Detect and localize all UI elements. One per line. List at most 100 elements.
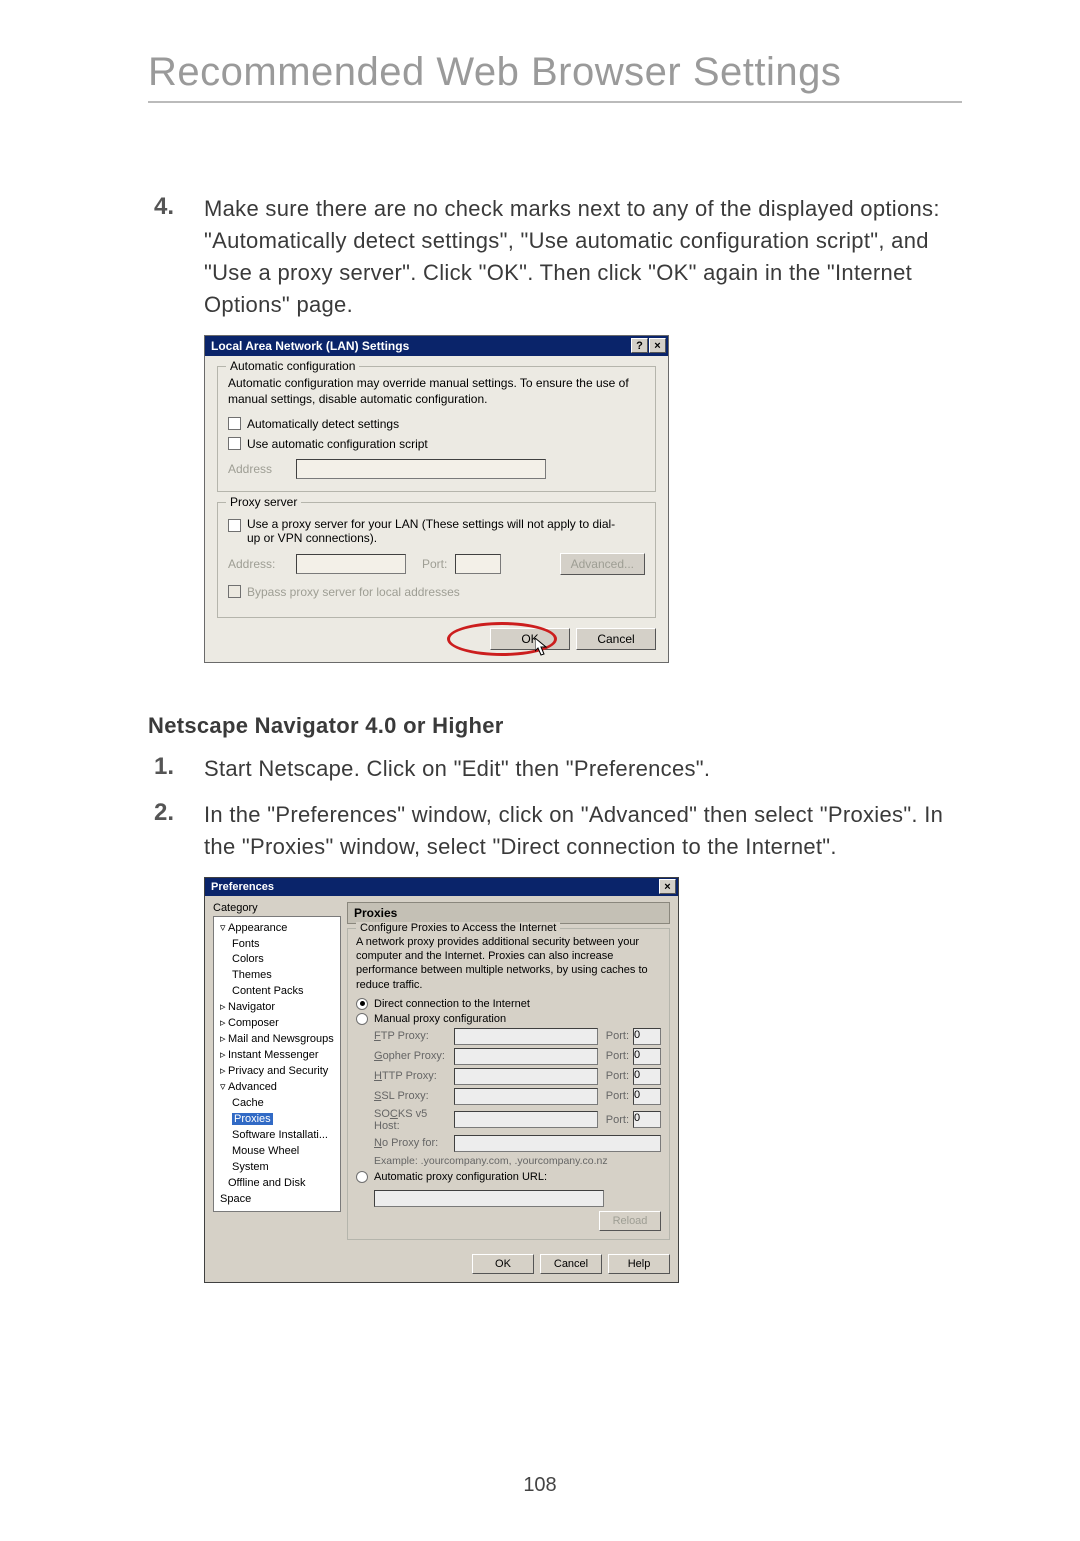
tree-software[interactable]: Software Installati... bbox=[216, 1128, 338, 1144]
advanced-button[interactable]: Advanced... bbox=[560, 553, 645, 575]
step-text: In the "Preferences" window, click on "A… bbox=[204, 799, 962, 863]
bypass-label: Bypass proxy server for local addresses bbox=[247, 585, 460, 599]
ftp-port-input[interactable]: 0 bbox=[633, 1028, 661, 1045]
step-number: 1. bbox=[148, 753, 174, 785]
proxies-fieldset: Configure Proxies to Access the Internet… bbox=[347, 928, 670, 1240]
proxies-legend: Configure Proxies to Access the Internet bbox=[356, 922, 560, 934]
socks-input[interactable] bbox=[454, 1111, 598, 1128]
useproxy-label: Use a proxy server for your LAN (These s… bbox=[247, 517, 627, 545]
proxy-legend: Proxy server bbox=[226, 495, 301, 509]
auto-url-input[interactable] bbox=[374, 1190, 604, 1207]
proxy-port-input[interactable] bbox=[455, 554, 501, 574]
step-4: 4. Make sure there are no check marks ne… bbox=[148, 193, 962, 321]
category-tree[interactable]: ▿Appearance Fonts Colors Themes Content … bbox=[213, 916, 341, 1212]
proxy-address-label: Address: bbox=[228, 557, 288, 571]
title-rule bbox=[148, 101, 962, 103]
page-title: Recommended Web Browser Settings bbox=[148, 50, 962, 95]
autoscript-checkbox[interactable] bbox=[228, 437, 241, 450]
port-label: Port: bbox=[606, 1090, 629, 1102]
close-icon[interactable]: × bbox=[649, 338, 666, 353]
ns-titlebar: Preferences × bbox=[205, 878, 678, 896]
tree-cache[interactable]: Cache bbox=[216, 1096, 338, 1112]
tree-mail[interactable]: ▹Mail and Newsgroups bbox=[216, 1032, 338, 1048]
autoconf-legend: Automatic configuration bbox=[226, 359, 359, 373]
help-button[interactable]: Help bbox=[608, 1254, 670, 1274]
tree-content-packs[interactable]: Content Packs bbox=[216, 984, 338, 1000]
autoconf-address-input[interactable] bbox=[296, 459, 546, 479]
lan-titlebar: Local Area Network (LAN) Settings ? × bbox=[205, 336, 668, 356]
cancel-button[interactable]: Cancel bbox=[576, 628, 656, 650]
lan-title-text: Local Area Network (LAN) Settings bbox=[211, 339, 409, 353]
step-number: 2. bbox=[148, 799, 174, 863]
ftp-input[interactable] bbox=[454, 1028, 598, 1045]
http-port-input[interactable]: 0 bbox=[633, 1068, 661, 1085]
port-label: Port: bbox=[606, 1030, 629, 1042]
gopher-input[interactable] bbox=[454, 1048, 598, 1065]
tree-navigator[interactable]: ▹Navigator bbox=[216, 1000, 338, 1016]
radio-manual[interactable] bbox=[356, 1013, 368, 1025]
autoconf-fieldset: Automatic configuration Automatic config… bbox=[217, 366, 656, 492]
netscape-heading: Netscape Navigator 4.0 or Higher bbox=[148, 713, 962, 739]
category-label: Category bbox=[213, 902, 341, 914]
ok-button[interactable]: OK bbox=[472, 1254, 534, 1274]
proxy-fieldset: Proxy server Use a proxy server for your… bbox=[217, 502, 656, 618]
port-label: Port: bbox=[606, 1114, 629, 1126]
socks-port-input[interactable]: 0 bbox=[633, 1111, 661, 1128]
radio-direct[interactable] bbox=[356, 998, 368, 1010]
tree-themes[interactable]: Themes bbox=[216, 968, 338, 984]
reload-button[interactable]: Reload bbox=[599, 1211, 661, 1231]
tree-system[interactable]: System bbox=[216, 1160, 338, 1176]
tree-composer[interactable]: ▹Composer bbox=[216, 1016, 338, 1032]
radio-direct-label: Direct connection to the Internet bbox=[374, 998, 530, 1010]
port-label: Port: bbox=[606, 1050, 629, 1062]
socks-label: SOCKS v5 Host: bbox=[374, 1108, 450, 1132]
ns-title-text: Preferences bbox=[211, 881, 274, 893]
tree-offline[interactable]: Offline and Disk Space bbox=[216, 1176, 338, 1208]
ftp-label: FTP Proxy: bbox=[374, 1030, 450, 1042]
help-icon[interactable]: ? bbox=[631, 338, 648, 353]
ns-step-1: 1. Start Netscape. Click on "Edit" then … bbox=[148, 753, 962, 785]
tree-privacy[interactable]: ▹Privacy and Security bbox=[216, 1064, 338, 1080]
proxies-desc: A network proxy provides additional secu… bbox=[356, 935, 661, 992]
step-number: 4. bbox=[148, 193, 174, 321]
proxy-port-label: Port: bbox=[422, 557, 447, 571]
tree-colors[interactable]: Colors bbox=[216, 952, 338, 968]
port-label: Port: bbox=[606, 1070, 629, 1082]
lan-dialog: Local Area Network (LAN) Settings ? × Au… bbox=[204, 335, 669, 663]
lan-screenshot: Local Area Network (LAN) Settings ? × Au… bbox=[204, 335, 962, 663]
proxy-address-input[interactable] bbox=[296, 554, 406, 574]
step-text: Start Netscape. Click on "Edit" then "Pr… bbox=[204, 753, 710, 785]
ns-dialog: Preferences × Category ▿Appearance Fonts… bbox=[204, 877, 679, 1283]
tree-im[interactable]: ▹Instant Messenger bbox=[216, 1048, 338, 1064]
tree-advanced[interactable]: ▿Advanced bbox=[216, 1080, 338, 1096]
bypass-checkbox[interactable] bbox=[228, 585, 241, 598]
useproxy-checkbox[interactable] bbox=[228, 519, 241, 532]
ssl-label: SSL Proxy: bbox=[374, 1090, 450, 1102]
ssl-port-input[interactable]: 0 bbox=[633, 1088, 661, 1105]
tree-appearance[interactable]: ▿Appearance bbox=[216, 921, 338, 937]
tree-mouse[interactable]: Mouse Wheel bbox=[216, 1144, 338, 1160]
radio-manual-label: Manual proxy configuration bbox=[374, 1013, 506, 1025]
gopher-label: Gopher Proxy: bbox=[374, 1050, 450, 1062]
ssl-input[interactable] bbox=[454, 1088, 598, 1105]
ns-step-2: 2. In the "Preferences" window, click on… bbox=[148, 799, 962, 863]
tree-proxies[interactable]: Proxies bbox=[216, 1112, 338, 1128]
tree-fonts[interactable]: Fonts bbox=[216, 937, 338, 953]
cancel-button[interactable]: Cancel bbox=[540, 1254, 602, 1274]
page-number: 108 bbox=[0, 1474, 1080, 1497]
autodetect-label: Automatically detect settings bbox=[247, 417, 399, 431]
close-icon[interactable]: × bbox=[659, 879, 676, 894]
http-input[interactable] bbox=[454, 1068, 598, 1085]
radio-auto[interactable] bbox=[356, 1171, 368, 1183]
autodetect-checkbox[interactable] bbox=[228, 417, 241, 430]
radio-auto-label: Automatic proxy configuration URL: bbox=[374, 1171, 547, 1183]
noproxy-label: No Proxy for: bbox=[374, 1137, 450, 1149]
step-text: Make sure there are no check marks next … bbox=[204, 193, 962, 321]
example-text: Example: .yourcompany.com, .yourcompany.… bbox=[374, 1155, 661, 1167]
autoconf-desc: Automatic configuration may override man… bbox=[228, 375, 645, 407]
proxies-header: Proxies bbox=[347, 902, 670, 924]
gopher-port-input[interactable]: 0 bbox=[633, 1048, 661, 1065]
http-label: HTTP Proxy: bbox=[374, 1070, 450, 1082]
autoconf-address-label: Address bbox=[228, 462, 288, 476]
noproxy-input[interactable] bbox=[454, 1135, 661, 1152]
